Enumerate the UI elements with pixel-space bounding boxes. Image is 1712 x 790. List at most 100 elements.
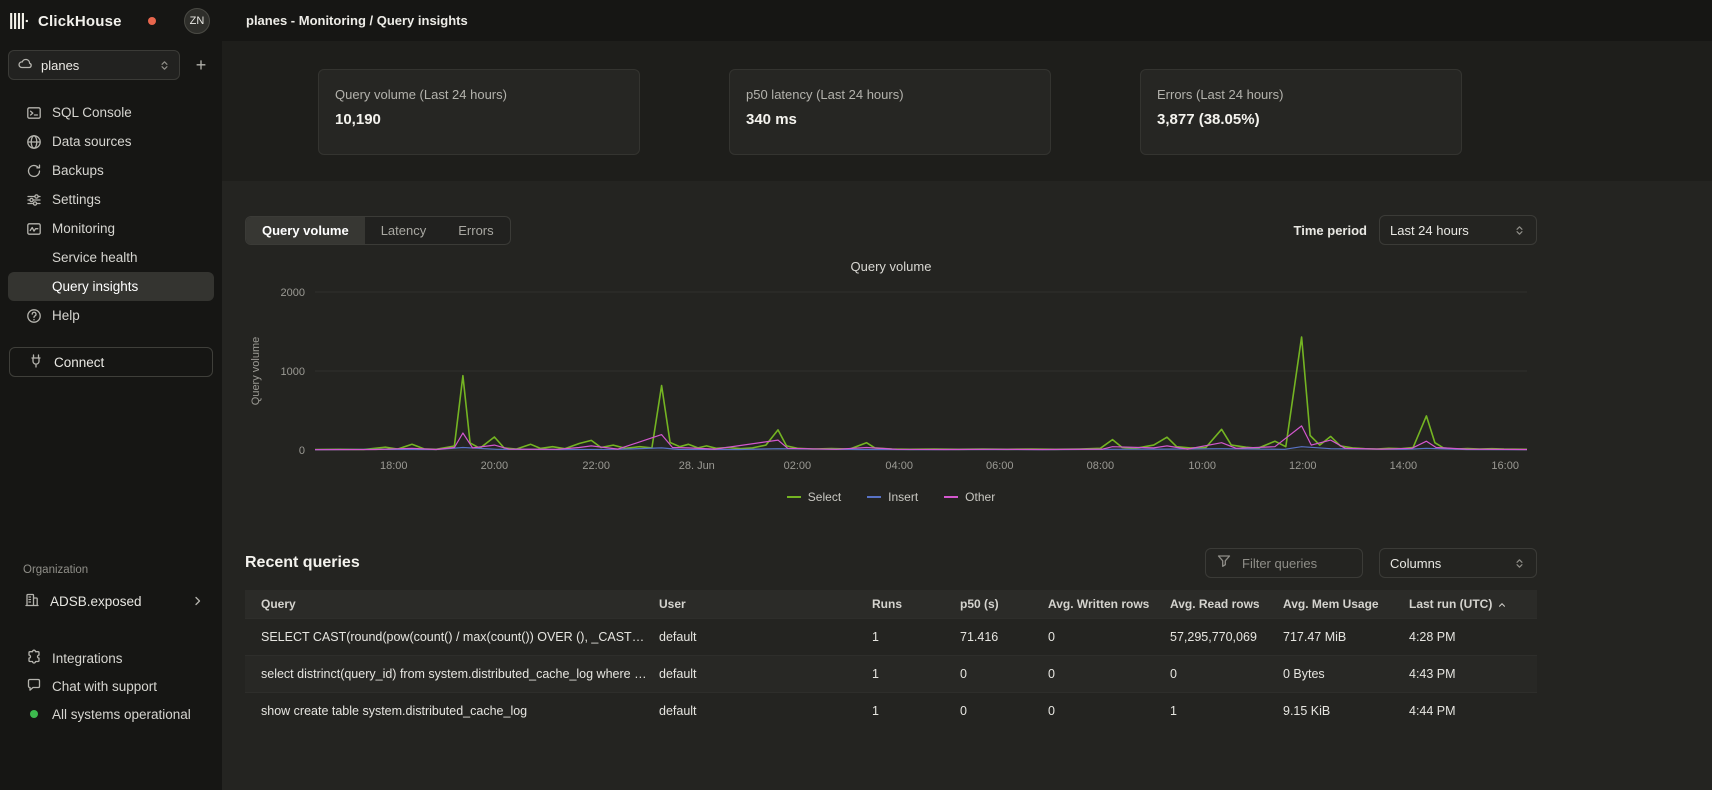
avatar[interactable]: ZN <box>184 8 210 34</box>
stat-card-value: 10,190 <box>335 111 623 128</box>
notification-dot <box>148 17 156 25</box>
column-header-avg-read-rows[interactable]: Avg. Read rows <box>1170 590 1283 618</box>
sidebar-item-query-insights[interactable]: Query insights <box>8 272 214 301</box>
cell-user: default <box>659 618 872 655</box>
footer-item-label: Chat with support <box>52 679 157 694</box>
footer-item-label: Integrations <box>52 651 123 666</box>
cell-p50-s: 0 <box>960 692 1048 729</box>
columns-select[interactable]: Columns <box>1379 548 1537 578</box>
cloud-service-icon <box>17 56 33 75</box>
organization-item[interactable]: ADSB.exposed <box>0 586 222 616</box>
cell-runs: 1 <box>872 618 960 655</box>
column-header-label: User <box>659 597 686 611</box>
main-area: planes - Monitoring / Query insights Que… <box>222 0 1712 790</box>
cell-avg-mem-usage: 717.47 MiB <box>1283 618 1409 655</box>
sidebar-item-backups[interactable]: Backups <box>8 156 214 185</box>
data-sources-icon <box>26 134 42 150</box>
stat-card-value: 3,877 (38.05%) <box>1157 111 1445 128</box>
legend-item-other[interactable]: Other <box>944 490 995 504</box>
column-header-label: Last run (UTC) <box>1409 597 1492 611</box>
cell-avg-written-rows: 0 <box>1048 618 1170 655</box>
legend-label: Insert <box>888 490 918 504</box>
filter-queries-input[interactable] <box>1240 555 1352 572</box>
cell-p50-s: 0 <box>960 655 1048 692</box>
cell-last-run-utc: 4:44 PM <box>1409 692 1537 729</box>
monitoring-icon <box>26 221 42 237</box>
y-tick-label: 2000 <box>281 287 305 299</box>
columns-label: Columns <box>1390 556 1441 571</box>
content: Query volumeLatencyErrors Time period La… <box>245 181 1537 729</box>
cell-last-run-utc: 4:43 PM <box>1409 655 1537 692</box>
time-period-control: Time period Last 24 hours <box>1294 215 1537 245</box>
connect-button[interactable]: Connect <box>9 347 213 377</box>
plug-icon <box>28 353 44 372</box>
sidebar-item-label: Service health <box>52 250 138 265</box>
stat-card-label: Errors (Last 24 hours) <box>1157 87 1445 102</box>
sidebar-item-label: Help <box>52 308 80 323</box>
service-selector[interactable]: planes <box>8 50 180 80</box>
sidebar-footer-integrations[interactable]: Integrations <box>0 644 222 672</box>
sidebar: ClickHouse ZN planes + SQL ConsoleData s… <box>0 0 222 790</box>
cell-avg-read-rows: 0 <box>1170 655 1283 692</box>
table-row[interactable]: SELECT CAST(round(pow(count() / max(coun… <box>245 618 1537 655</box>
column-header-label: Avg. Read rows <box>1170 597 1260 611</box>
organization-name: ADSB.exposed <box>50 594 142 609</box>
app-window: ClickHouse ZN planes + SQL ConsoleData s… <box>0 0 1712 790</box>
sidebar-item-label: Settings <box>52 192 101 207</box>
tab-group: Query volumeLatencyErrors <box>245 216 511 245</box>
sort-asc-icon <box>1497 597 1507 611</box>
sidebar-item-service-health[interactable]: Service health <box>8 243 214 272</box>
cell-avg-written-rows: 0 <box>1048 692 1170 729</box>
y-tick-label: 1000 <box>281 366 305 378</box>
cell-query: SELECT CAST(round(pow(count() / max(coun… <box>245 618 659 655</box>
console-icon <box>26 105 42 121</box>
chevron-right-icon <box>190 593 206 609</box>
add-service-button[interactable]: + <box>188 52 214 78</box>
column-header-user[interactable]: User <box>659 590 872 618</box>
help-icon <box>26 308 42 324</box>
page-header: planes - Monitoring / Query insights <box>222 0 1712 41</box>
sidebar-item-settings[interactable]: Settings <box>8 185 214 214</box>
sidebar-footer-chat-with-support[interactable]: Chat with support <box>0 672 222 700</box>
tab-query-volume[interactable]: Query volume <box>246 217 365 244</box>
sidebar-nav: SQL ConsoleData sources Backups Settings Mo… <box>0 98 222 330</box>
chat-icon <box>26 677 42 696</box>
chart-title: Query volume <box>245 259 1537 274</box>
column-header-p50-s[interactable]: p50 (s) <box>960 590 1048 618</box>
sidebar-item-help[interactable]: Help <box>8 301 214 330</box>
legend-swatch <box>867 496 881 498</box>
cell-avg-written-rows: 0 <box>1048 655 1170 692</box>
clickhouse-logo-icon <box>10 12 30 30</box>
x-tick-label: 22:00 <box>582 460 610 472</box>
table-row[interactable]: select distrinct(query_id) from system.d… <box>245 655 1537 692</box>
column-header-last-run-utc[interactable]: Last run (UTC) <box>1409 590 1537 618</box>
time-period-select[interactable]: Last 24 hours <box>1379 215 1537 245</box>
building-icon <box>24 592 40 611</box>
sidebar-item-sql-console[interactable]: SQL Console <box>8 98 214 127</box>
chevron-updown-icon <box>1513 557 1526 570</box>
sidebar-item-label: Query insights <box>52 279 138 294</box>
query-volume-chart: 01000200018:0020:0022:0028. Jun02:0004:0… <box>245 276 1537 482</box>
cell-runs: 1 <box>872 692 960 729</box>
column-header-avg-mem-usage[interactable]: Avg. Mem Usage <box>1283 590 1409 618</box>
sidebar-item-label: Backups <box>52 163 104 178</box>
settings-icon <box>26 192 42 208</box>
tab-latency[interactable]: Latency <box>365 217 443 244</box>
sidebar-footer: Integrations Chat with support All systems… <box>0 644 222 728</box>
recent-queries-title: Recent queries <box>245 554 360 572</box>
legend-item-select[interactable]: Select <box>787 490 841 504</box>
column-header-runs[interactable]: Runs <box>872 590 960 618</box>
time-period-label: Time period <box>1294 223 1367 238</box>
sidebar-footer-all-systems-operational[interactable]: All systems operational <box>0 700 222 728</box>
sidebar-item-data-sources[interactable]: Data sources <box>8 127 214 156</box>
legend-item-insert[interactable]: Insert <box>867 490 918 504</box>
footer-item-label: All systems operational <box>52 707 191 722</box>
column-header-query[interactable]: Query <box>245 590 659 618</box>
organization-section: Organization ADSB.exposed <box>0 564 222 616</box>
tab-errors[interactable]: Errors <box>442 217 509 244</box>
column-header-avg-written-rows[interactable]: Avg. Written rows <box>1048 590 1170 618</box>
table-row[interactable]: show create table system.distributed_cac… <box>245 692 1537 729</box>
recent-queries-table: QueryUserRunsp50 (s)Avg. Written rowsAvg… <box>245 590 1537 729</box>
sidebar-item-monitoring[interactable]: Monitoring <box>8 214 214 243</box>
x-tick-label: 12:00 <box>1289 460 1317 472</box>
